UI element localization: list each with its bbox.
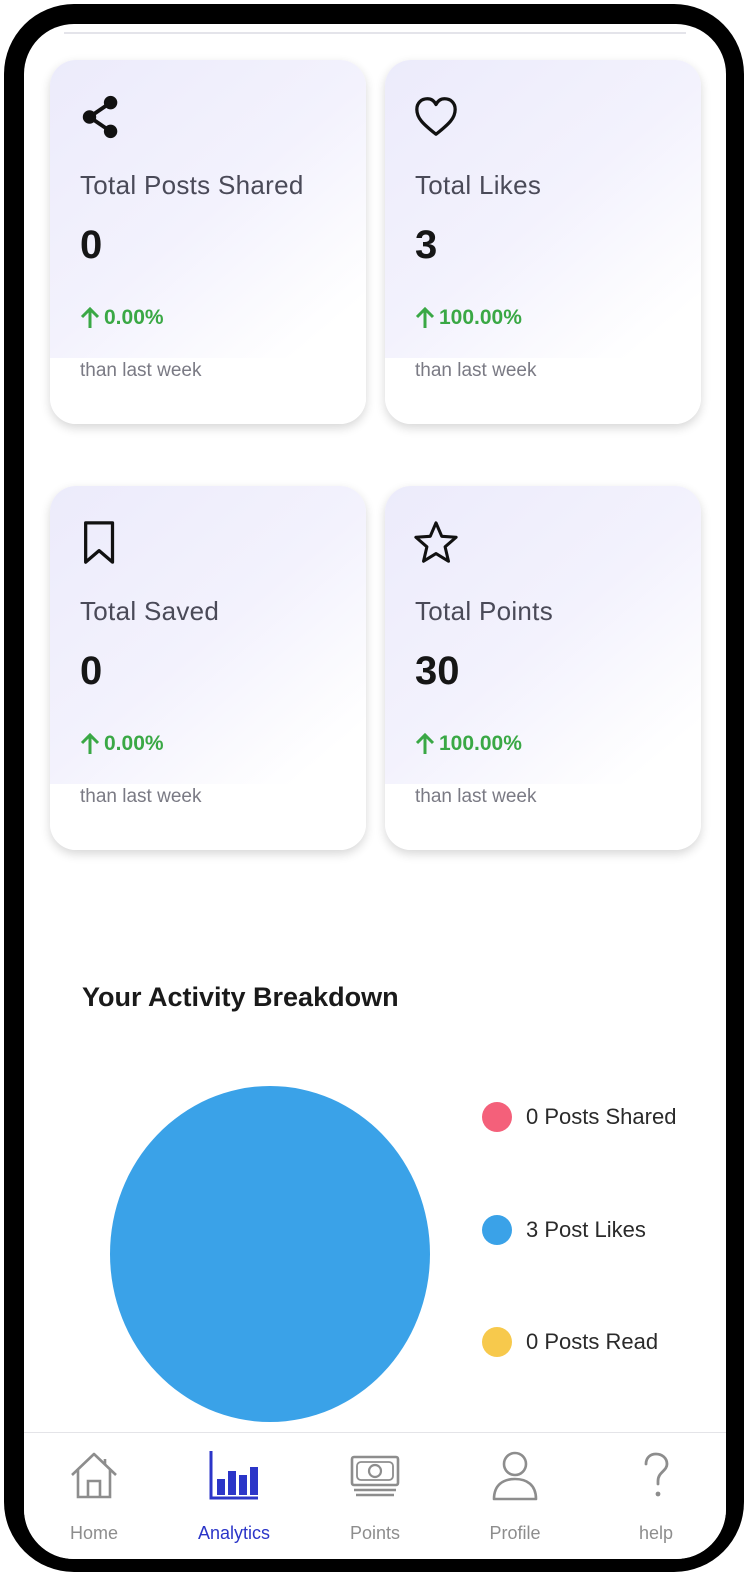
stat-card-likes[interactable]: Total Likes 3 100.00% than last week	[385, 60, 701, 424]
nav-label: Analytics	[197, 1523, 271, 1543]
stat-change: 0.00%	[80, 306, 164, 330]
arrow-up-icon	[80, 307, 100, 328]
stat-value: 0	[80, 223, 103, 267]
share-icon	[82, 95, 118, 139]
stat-change: 100.00%	[415, 732, 522, 756]
bar-chart-icon	[209, 1451, 258, 1500]
banknote-icon	[350, 1455, 400, 1497]
stat-subtext: than last week	[80, 786, 202, 807]
nav-item-home[interactable]: Home	[24, 1433, 164, 1559]
stat-card-saved[interactable]: Total Saved 0 0.00% than last week	[50, 486, 366, 850]
nav-item-profile[interactable]: Profile	[445, 1433, 585, 1559]
star-icon	[414, 521, 458, 563]
legend-dot	[482, 1327, 512, 1357]
nav-item-points[interactable]: Points	[305, 1433, 445, 1559]
legend-dot	[482, 1215, 512, 1245]
stat-subtext: than last week	[415, 360, 537, 381]
section-title: Your Activity Breakdown	[82, 982, 399, 1012]
pie-slice-post-likes	[110, 1086, 430, 1422]
nav-label: Points	[349, 1523, 401, 1543]
app-screen: Total Posts Shared 0 0.00% than last wee…	[24, 24, 726, 1559]
home-icon	[71, 1452, 117, 1499]
legend-item-posts-read: 0 Posts Read	[482, 1327, 658, 1357]
stat-value: 3	[415, 223, 438, 267]
user-icon	[492, 1451, 538, 1501]
nav-item-analytics[interactable]: Analytics	[164, 1433, 304, 1559]
legend-label: 3 Post Likes	[526, 1217, 646, 1242]
stat-change-value: 100.00%	[439, 306, 522, 329]
legend-dot	[482, 1102, 512, 1132]
stat-label: Total Saved	[80, 596, 220, 626]
stat-card-posts-shared[interactable]: Total Posts Shared 0 0.00% than last wee…	[50, 60, 366, 424]
arrow-up-icon	[415, 307, 435, 328]
stat-change: 0.00%	[80, 732, 164, 756]
stat-change-value: 0.00%	[104, 732, 164, 755]
stat-subtext: than last week	[80, 360, 202, 381]
nav-label: Home	[69, 1523, 118, 1543]
nav-label: help	[638, 1523, 674, 1543]
arrow-up-icon	[80, 733, 100, 754]
stat-value: 0	[80, 649, 103, 693]
question-icon	[644, 1452, 669, 1497]
stat-change: 100.00%	[415, 306, 522, 330]
stat-label: Total Points	[415, 596, 554, 626]
stat-card-points[interactable]: Total Points 30 100.00% than last week	[385, 486, 701, 850]
bottom-navigation: Home Analytics Points Profile help	[24, 1432, 726, 1559]
heart-icon	[415, 97, 457, 136]
legend-item-post-likes: 3 Post Likes	[482, 1215, 646, 1245]
header-divider	[64, 32, 686, 34]
stat-label: Total Likes	[415, 170, 542, 200]
stat-subtext: than last week	[415, 786, 537, 807]
stat-change-value: 0.00%	[104, 306, 164, 329]
stat-change-value: 100.00%	[439, 732, 522, 755]
nav-label: Profile	[489, 1523, 541, 1543]
device-frame: Total Posts Shared 0 0.00% than last wee…	[4, 4, 744, 1572]
legend-label: 0 Posts Read	[526, 1329, 659, 1354]
activity-pie-chart	[110, 1086, 430, 1422]
legend-label: 0 Posts Shared	[526, 1104, 677, 1129]
arrow-up-icon	[415, 733, 435, 754]
stat-label: Total Posts Shared	[80, 170, 304, 200]
legend-item-posts-shared: 0 Posts Shared	[482, 1102, 676, 1132]
nav-item-help[interactable]: help	[586, 1433, 726, 1559]
stat-value: 30	[415, 649, 460, 693]
bookmark-icon	[84, 521, 115, 564]
